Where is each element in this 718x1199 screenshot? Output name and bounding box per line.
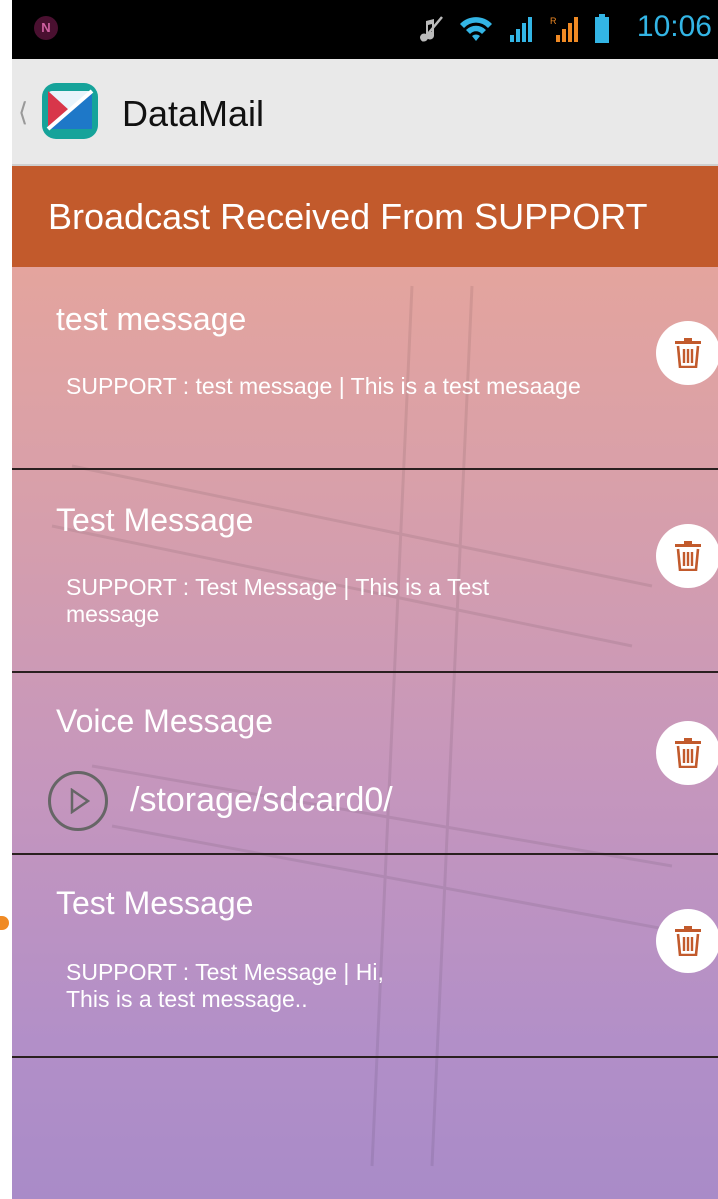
status-bar: N R 10:06	[12, 0, 718, 59]
broadcast-header: Broadcast Received From SUPPORT	[12, 166, 718, 267]
message-title: Voice Message	[56, 703, 274, 739]
battery-icon	[595, 14, 609, 43]
trash-icon	[675, 738, 701, 768]
play-icon	[70, 788, 90, 814]
trash-icon	[675, 338, 701, 368]
message-list-area: Broadcast Received From SUPPORT test mes…	[12, 166, 718, 1199]
wifi-icon	[460, 17, 492, 41]
phone-screen: N R 10:06 ⟨ DataMail Broadcast Received …	[12, 0, 718, 1199]
message-body: SUPPORT : Test Message | This is a Test …	[66, 574, 490, 627]
delete-button[interactable]	[656, 909, 718, 973]
message-body: SUPPORT : Test Message | Hi, This is a t…	[66, 959, 586, 1013]
message-body-line: This is a test message..	[66, 986, 308, 1012]
notification-icon: N	[34, 16, 58, 40]
back-chevron-icon[interactable]: ⟨	[18, 97, 28, 128]
svg-text:R: R	[550, 16, 557, 26]
list-item[interactable]: test message SUPPORT : test message | Th…	[12, 267, 718, 470]
action-bar: ⟨ DataMail	[12, 59, 718, 166]
message-title: Test Message	[56, 502, 254, 538]
signal-sim2-icon: R	[550, 16, 578, 42]
delete-button[interactable]	[656, 321, 718, 385]
delete-button[interactable]	[656, 524, 718, 588]
app-title: DataMail	[122, 93, 265, 134]
edge-indicator	[0, 916, 9, 930]
list-item[interactable]: Test Message SUPPORT : Test Message | Th…	[12, 470, 718, 673]
list-item[interactable]: Voice Message /storage/sdcard0/	[12, 673, 718, 855]
broadcast-header-text: Broadcast Received From SUPPORT	[48, 196, 648, 237]
message-body: SUPPORT : test message | This is a test …	[66, 373, 581, 399]
list-item[interactable]: Test Message SUPPORT : Test Message | Hi…	[12, 855, 718, 1058]
trash-icon	[675, 541, 701, 571]
message-title: Test Message	[56, 885, 254, 921]
signal-sim1-icon	[510, 17, 532, 42]
datamail-app-icon[interactable]	[40, 81, 100, 141]
status-icons: R	[420, 14, 610, 44]
message-title: test message	[56, 301, 247, 337]
delete-button[interactable]	[656, 721, 718, 785]
message-body-line: SUPPORT : Test Message | Hi,	[66, 959, 384, 985]
trash-icon	[675, 926, 701, 956]
play-button[interactable]	[48, 771, 108, 831]
voice-file-path: /storage/sdcard0/	[130, 781, 393, 819]
mute-icon	[420, 16, 443, 42]
status-time: 10:06	[636, 10, 712, 43]
